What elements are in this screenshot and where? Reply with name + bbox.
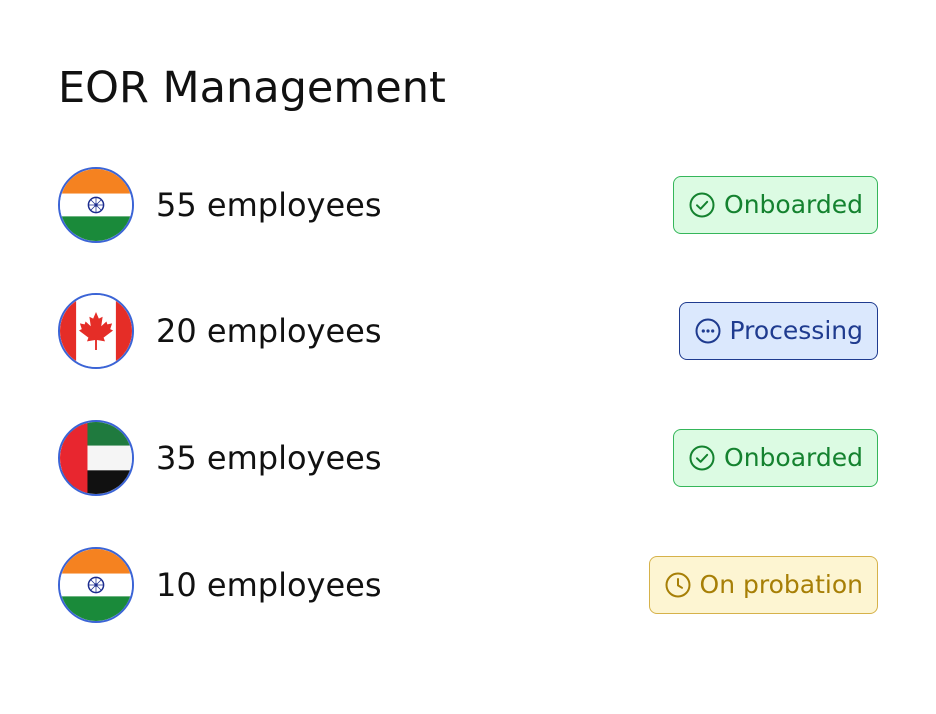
employee-count: 10 employees [156,566,382,604]
country-row-india[interactable]: 10 employees On probation [58,547,878,625]
employee-count: 55 employees [156,186,382,224]
status-label: Onboarded [724,443,863,472]
status-label: Onboarded [724,190,863,219]
canada-flag-icon [58,293,134,369]
country-row-india[interactable]: 55 employees Onboarded [58,167,878,245]
page-title: EOR Management [58,63,446,113]
employee-count: 35 employees [156,439,382,477]
check-circle-icon [688,444,716,472]
check-circle-icon [688,191,716,219]
status-badge[interactable]: Onboarded [673,429,878,487]
clock-icon [664,571,692,599]
status-label: On probation [699,570,863,599]
uae-flag-icon [58,420,134,496]
country-row-canada[interactable]: 20 employees Processing [58,293,878,371]
country-row-uae[interactable]: 35 employees Onboarded [58,420,878,498]
employee-count: 20 employees [156,312,382,350]
india-flag-icon [58,547,134,623]
status-badge[interactable]: Onboarded [673,176,878,234]
status-label: Processing [729,316,864,345]
more-horizontal-circle-icon [694,317,722,345]
status-badge[interactable]: On probation [648,556,878,614]
status-badge[interactable]: Processing [678,302,878,360]
india-flag-icon [58,167,134,243]
